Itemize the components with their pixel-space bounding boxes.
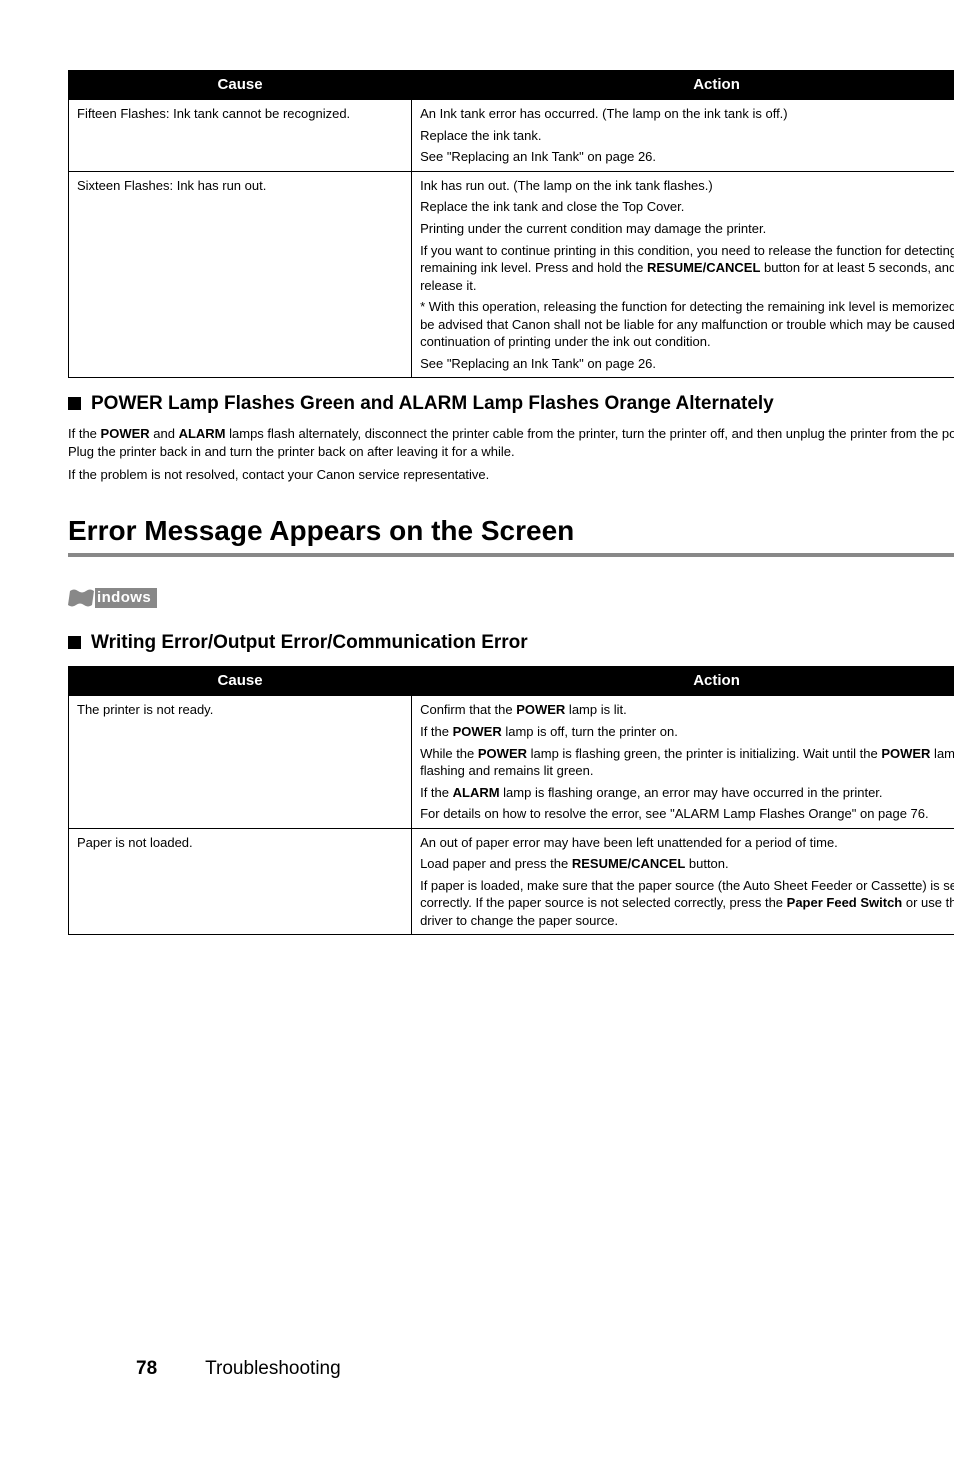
- body-paragraph: If the problem is not resolved, contact …: [68, 466, 954, 484]
- t2-r0-action: Confirm that the POWER lamp is lit. If t…: [412, 696, 954, 828]
- t2-r1-cause: Paper is not loaded.: [69, 828, 412, 935]
- page-number: 78: [136, 1356, 157, 1382]
- subsection-heading: POWER Lamp Flashes Green and ALARM Lamp …: [91, 392, 774, 417]
- t2-r1-action: An out of paper error may have been left…: [412, 828, 954, 935]
- section-title: Error Message Appears on the Screen: [68, 512, 954, 550]
- subsection-heading-row: Writing Error/Output Error/Communication…: [68, 631, 954, 656]
- t1-r0-action: An Ink tank error has occurred. (The lam…: [412, 100, 954, 172]
- subsection-heading: Writing Error/Output Error/Communication…: [91, 631, 528, 656]
- footer-section-title: Troubleshooting: [205, 1356, 341, 1382]
- table-row: Paper is not loaded. An out of paper err…: [69, 828, 954, 935]
- error-table-2: Cause Action The printer is not ready. C…: [68, 666, 954, 935]
- t2-r0-cause: The printer is not ready.: [69, 696, 412, 828]
- t1-r1-cause: Sixteen Flashes: Ink has run out.: [69, 171, 412, 377]
- table-row: Sixteen Flashes: Ink has run out. Ink ha…: [69, 171, 954, 377]
- body-paragraph: If the POWER and ALARM lamps flash alter…: [68, 425, 954, 460]
- t1-header-action: Action: [412, 71, 954, 100]
- table-row: The printer is not ready. Confirm that t…: [69, 696, 954, 828]
- subsection-heading-row: POWER Lamp Flashes Green and ALARM Lamp …: [68, 392, 954, 417]
- t1-r1-action: Ink has run out. (The lamp on the ink ta…: [412, 171, 954, 377]
- t2-header-cause: Cause: [69, 667, 412, 696]
- square-bullet-icon: [68, 636, 81, 649]
- windows-flag-icon: [68, 585, 94, 611]
- t2-header-action: Action: [412, 667, 954, 696]
- square-bullet-icon: [68, 397, 81, 410]
- page-footer: 78 Troubleshooting: [136, 1356, 341, 1382]
- error-table-1: Cause Action Fifteen Flashes: Ink tank c…: [68, 70, 954, 378]
- t1-header-cause: Cause: [69, 71, 412, 100]
- windows-text: indows: [95, 588, 157, 608]
- table-row: Fifteen Flashes: Ink tank cannot be reco…: [69, 100, 954, 172]
- t1-r0-cause: Fifteen Flashes: Ink tank cannot be reco…: [69, 100, 412, 172]
- windows-os-label: indows: [68, 585, 157, 611]
- section-divider: [68, 553, 954, 557]
